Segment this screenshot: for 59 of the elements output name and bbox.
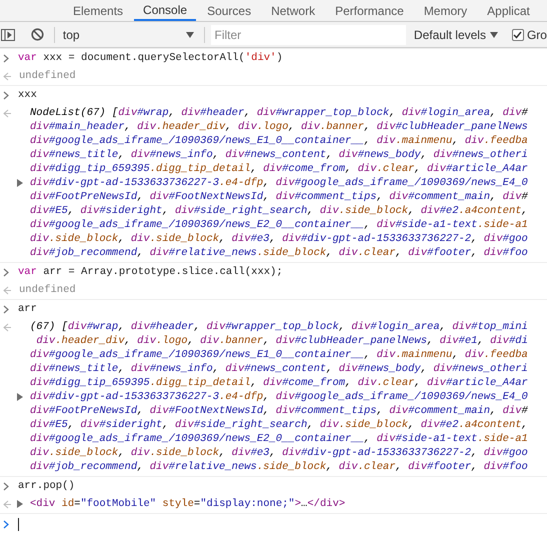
dropdown-caret-icon	[490, 32, 498, 38]
console-output-line: div#job_recommend, div#relative_news.side_block, div.clear, div#footer, div#foo	[30, 246, 528, 260]
console-command: arr	[18, 302, 37, 316]
prompt-chevron-icon	[3, 304, 9, 314]
console-command: xxx	[18, 88, 37, 102]
console-output-line: div#div-gpt-ad-1533633736227-3.e4-dfp, div#google_ads_iframe_/1090369/news_E4_0	[30, 390, 528, 404]
clear-console-icon[interactable]	[30, 28, 44, 41]
console-command: var xxx = document.querySelectorAll('div')	[18, 51, 283, 65]
console-output-line: div.side_block, div.side_block, div#e3, div#div-gpt-ad-1533633736227-2, div#goo	[30, 232, 528, 246]
console-output-line: div#google_ads_iframe_/1090369/news_E1_0__container__, div.mainmenu, div.feedba	[30, 348, 528, 362]
console-output-line: div#main_header, div.header_div, div.logo, div.banner, div#clubHeader_panelNews	[30, 120, 528, 134]
console-result: undefined	[19, 69, 76, 83]
filter-field[interactable]: Filter	[210, 24, 406, 44]
prompt-chevron-icon	[3, 90, 9, 100]
console-output-line: div#E5, div#sideright, div#side_right_search, div.side_block, div#e2.a4content,	[30, 204, 528, 218]
console-output-line: div#digg_tip_659395.digg_tip_detail, div#come_from, div.clear, div#article_A4ar	[30, 376, 528, 390]
console-element-result: <div id="footMobile" style="display:none;">…</div>	[30, 497, 346, 511]
expand-triangle-icon[interactable]	[17, 393, 24, 401]
console-output-line: div#google_ads_iframe_/1090369/news_E2_0__container__, div#side-a1-text.side-a1	[30, 432, 528, 446]
console-result: undefined	[19, 283, 76, 297]
console-output-line: div#google_ads_iframe_/1090369/news_E1_0__container__, div.mainmenu, div.feedba	[30, 134, 528, 148]
expand-triangle-icon[interactable]	[17, 500, 24, 508]
console-output-line: NodeList(67) [div#wrap, div#header, div#wrapper_top_block, div#login_area, div#	[30, 106, 528, 120]
console-output-line: div#digg_tip_659395.digg_tip_detail, div#come_from, div.clear, div#article_A4ar	[30, 162, 528, 176]
prompt-chevron-icon	[3, 268, 9, 276]
sidebar-toggle-icon[interactable]	[1, 28, 15, 40]
devtools-tab[interactable]: Network	[262, 0, 324, 21]
context-select[interactable]: top	[62, 26, 198, 44]
devtools-tab[interactable]: Applicat	[478, 0, 539, 21]
result-arrow-icon	[3, 109, 11, 118]
console-output-line: div#FootPreNewsId, div#FootNextNewsId, div#comment_tips, div#comment_main, div#	[30, 190, 528, 204]
expand-triangle-icon[interactable]	[17, 179, 24, 187]
console-output-line: div#div-gpt-ad-1533633736227-3.e4-dfp, div#google_ads_iframe_/1090369/news_E4_0	[30, 176, 528, 190]
dropdown-caret-icon	[186, 32, 194, 38]
console-output-line: div.header_div, div.logo, div.banner, div#clubHeader_panelNews, div#e1, div#di	[35, 334, 528, 348]
devtools-tab[interactable]: Performance	[326, 0, 413, 21]
result-arrow-icon	[3, 500, 11, 508]
console-output-line: div.side_block, div.side_block, div#e3, div#div-gpt-ad-1533633736227-2, div#goo	[30, 446, 528, 460]
result-arrow-icon	[3, 286, 11, 294]
group-checkbox[interactable]	[512, 28, 524, 40]
result-arrow-icon	[3, 323, 11, 332]
console-output-line: div#job_recommend, div#relative_news.side_block, div.clear, div#footer, div#foo	[30, 460, 528, 474]
devtools-tab[interactable]: Elements	[64, 0, 132, 21]
console-command: var arr = Array.prototype.slice.call(xxx);	[18, 265, 283, 279]
log-levels-dropdown[interactable]: Default levels	[414, 26, 498, 44]
console-output-line: div#news_title, div#news_info, div#news_content, div#news_body, div#news_otheri	[30, 148, 528, 162]
devtools-tab[interactable]: Sources	[198, 0, 260, 21]
result-arrow-icon	[3, 72, 11, 80]
prompt-chevron-icon	[3, 520, 9, 529]
prompt-chevron-icon	[3, 482, 9, 490]
console-output-line: div#E5, div#sideright, div#side_right_search, div.side_block, div#e2.a4content,	[30, 418, 528, 432]
group-checkbox-label: Gro	[526, 26, 547, 44]
console-command: arr.pop()	[18, 479, 75, 493]
console-output-line: (67) [div#wrap, div#header, div#wrapper_top_block, div#login_area, div#top_mini	[30, 320, 528, 334]
console-output-line: div#google_ads_iframe_/1090369/news_E2_0__container__, div#side-a1-text.side-a1	[30, 218, 528, 232]
console-output-line: div#FootPreNewsId, div#FootNextNewsId, div#comment_tips, div#comment_main, div#	[30, 404, 528, 418]
prompt-chevron-icon	[3, 54, 9, 62]
console-output-line: div#news_title, div#news_info, div#news_content, div#news_body, div#news_otheri	[30, 362, 528, 376]
devtools-tab[interactable]: Memory	[414, 0, 476, 21]
